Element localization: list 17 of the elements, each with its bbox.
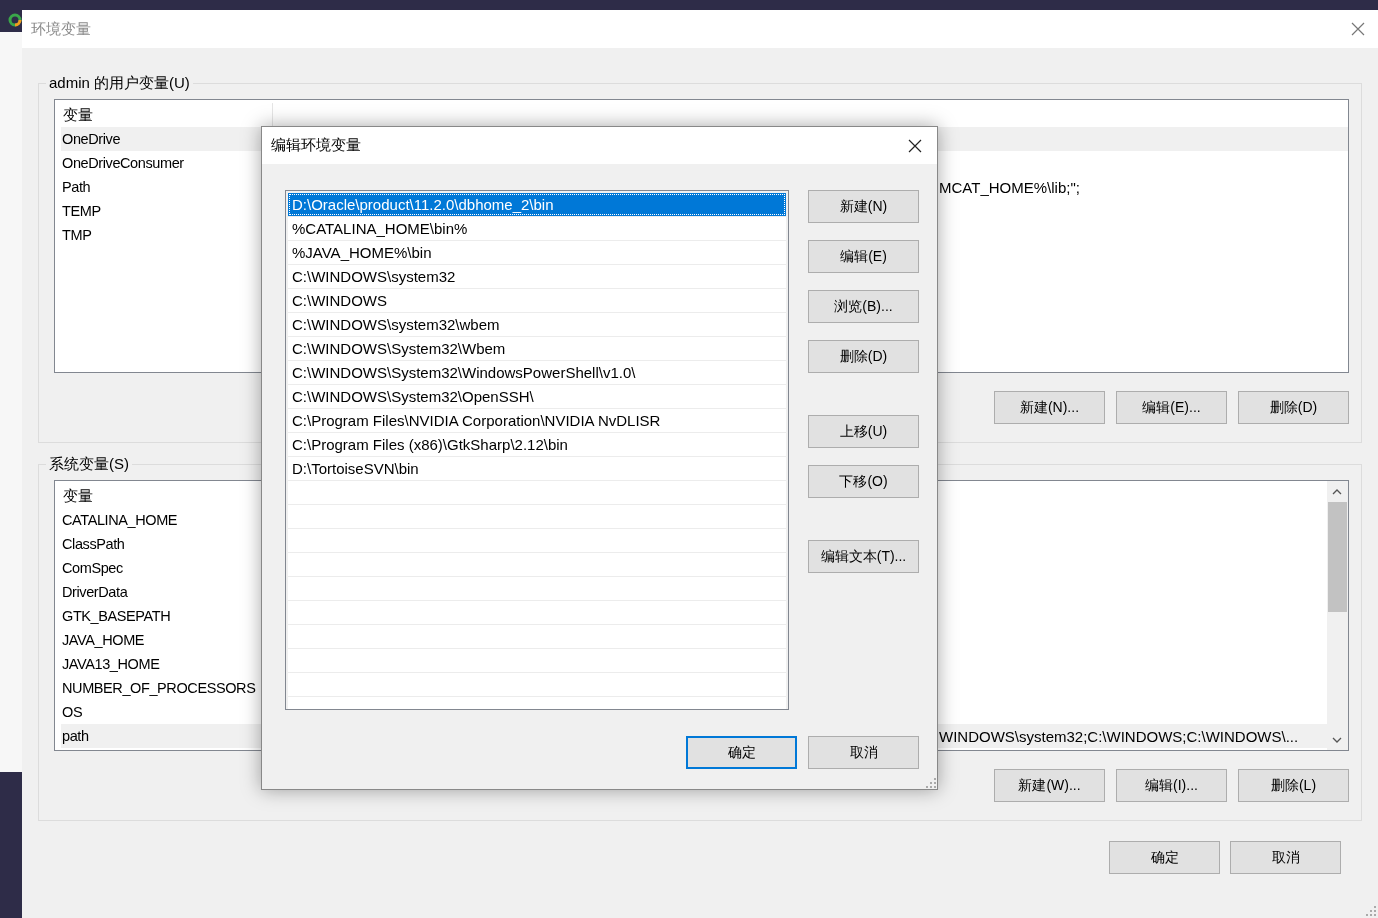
variable-name: GTK_BASEPATH <box>61 608 172 624</box>
variable-name: JAVA13_HOME <box>61 656 161 672</box>
group-label: 系统变量(S) <box>48 455 130 474</box>
variable-name: path <box>61 728 90 744</box>
variable-name: DriverData <box>61 584 129 600</box>
variable-name: OS <box>61 704 84 720</box>
dialog-title: 编辑环境变量 <box>271 136 361 155</box>
group-label: admin 的用户变量(U) <box>48 74 191 93</box>
variable-name: NUMBER_OF_PROCESSORS <box>61 680 257 696</box>
variable-name: CATALINA_HOME <box>61 512 179 528</box>
variable-name: OneDriveConsumer <box>61 155 185 171</box>
variable-name: JAVA_HOME <box>61 632 146 648</box>
variable-name: OneDrive <box>61 131 122 147</box>
window-title: 环境变量 <box>31 19 91 39</box>
variable-name: Path <box>61 179 92 195</box>
variable-value: WINDOWS\system32;C:\WINDOWS;C:\WINDOWS\... <box>939 727 1299 745</box>
variable-value: MCAT_HOME%\lib;"; <box>939 178 1080 196</box>
